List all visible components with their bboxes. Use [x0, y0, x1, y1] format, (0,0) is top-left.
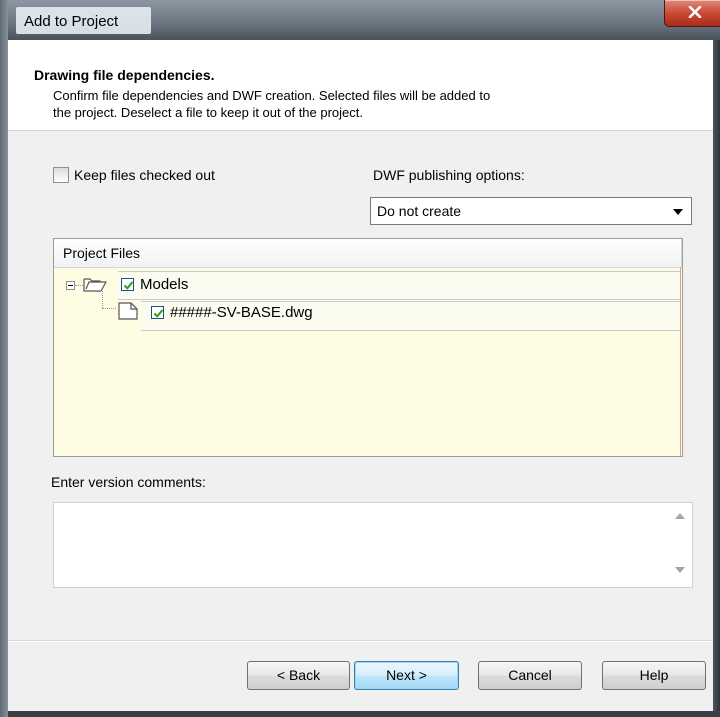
models-checkbox[interactable] — [121, 278, 134, 291]
close-button[interactable] — [664, 0, 720, 27]
tree-connector — [102, 308, 116, 309]
version-comments-label: Enter version comments: — [51, 474, 206, 490]
project-files-column-label: Project Files — [63, 245, 141, 261]
close-icon — [688, 6, 702, 18]
tree-item-models-label[interactable]: Models — [140, 276, 188, 293]
chevron-down-icon — [673, 209, 683, 215]
tree-item-file-label[interactable]: #####-SV-BASE.dwg — [170, 304, 313, 321]
check-icon — [123, 281, 134, 290]
header-description-line-1: Confirm file dependencies and DWF creati… — [53, 88, 491, 103]
tree-row-models-highlight — [118, 271, 680, 300]
next-button[interactable]: Next > — [354, 661, 459, 690]
keep-files-checked-out-checkbox[interactable] — [53, 167, 69, 183]
window-right-border — [713, 40, 720, 717]
window-title: Add to Project — [24, 13, 119, 30]
tree-collapse-toggle[interactable] — [66, 281, 75, 290]
dwf-selected-value: Do not create — [377, 203, 462, 219]
tree-right-edge — [680, 267, 681, 456]
window-bottom-border — [8, 711, 720, 717]
keep-files-checked-out-label[interactable]: Keep files checked out — [74, 167, 215, 183]
header-title: Drawing file dependencies. — [34, 67, 215, 83]
window-left-border — [0, 0, 8, 717]
dwf-publishing-options-select[interactable]: Do not create — [370, 197, 692, 225]
title-bar[interactable]: Add to Project — [8, 0, 720, 40]
help-button[interactable]: Help — [602, 661, 706, 690]
version-comments-textarea[interactable] — [53, 502, 693, 588]
header-area: Drawing file dependencies. Confirm file … — [8, 40, 713, 131]
file-icon — [118, 302, 138, 320]
tree-column-header[interactable]: Project Files — [54, 239, 682, 268]
project-files-tree[interactable]: Project Files Models #####-SV-BASE.dwg — [53, 238, 683, 457]
scroll-up-icon[interactable] — [675, 513, 685, 519]
open-folder-icon — [83, 278, 107, 292]
cancel-button[interactable]: Cancel — [478, 661, 582, 690]
tree-connector — [75, 285, 83, 286]
header-description: Confirm file dependencies and DWF creati… — [53, 87, 633, 121]
check-icon — [153, 309, 164, 318]
dwf-publishing-options-label: DWF publishing options: — [373, 167, 525, 183]
back-button[interactable]: < Back — [247, 661, 350, 690]
header-description-line-2: the project. Deselect a file to keep it … — [53, 105, 364, 120]
tree-connector-vertical — [102, 291, 103, 308]
scroll-down-icon[interactable] — [675, 567, 685, 573]
button-separator — [8, 640, 713, 642]
file-checkbox[interactable] — [151, 306, 164, 319]
dialog-client-area: Drawing file dependencies. Confirm file … — [8, 40, 713, 711]
